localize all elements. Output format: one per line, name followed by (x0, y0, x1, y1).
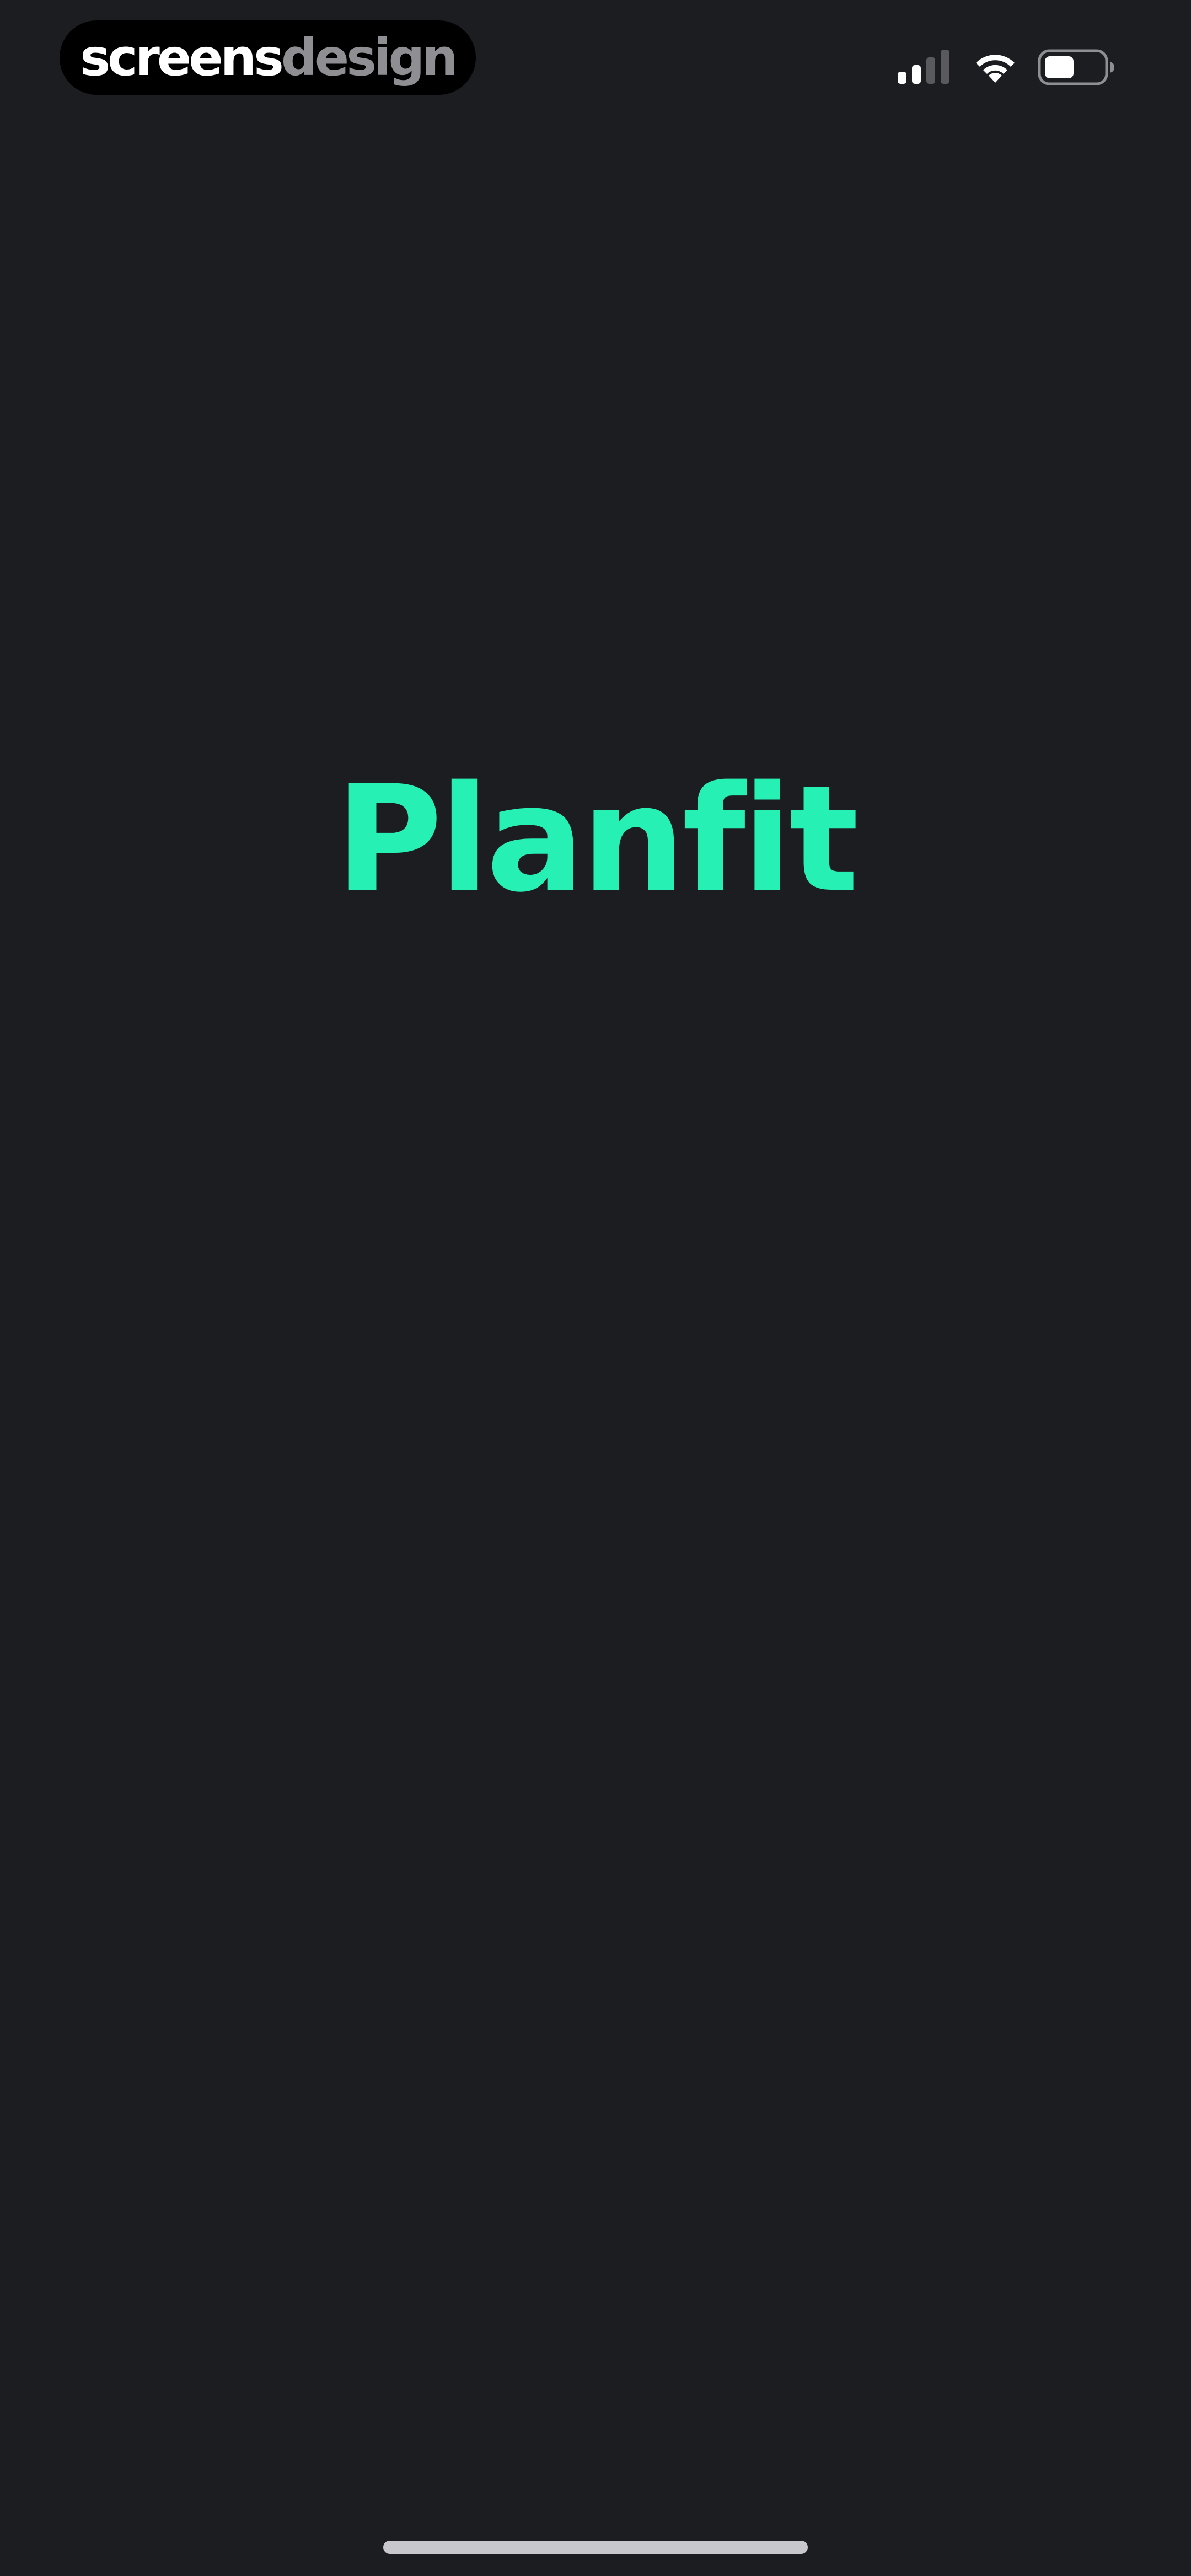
battery-icon (1038, 49, 1114, 85)
planfit-logo: Planfit (335, 755, 859, 924)
status-bar (898, 45, 1115, 89)
watermark-text-secondary: design (281, 28, 458, 87)
watermark-text-primary: screens (80, 28, 284, 87)
cellular-signal-icon (898, 50, 949, 84)
screensdesign-watermark: screens design (60, 20, 476, 95)
splash-screen: screens design Planfit (0, 0, 1191, 2576)
wifi-icon (976, 55, 1015, 83)
home-indicator[interactable] (383, 2541, 808, 2554)
